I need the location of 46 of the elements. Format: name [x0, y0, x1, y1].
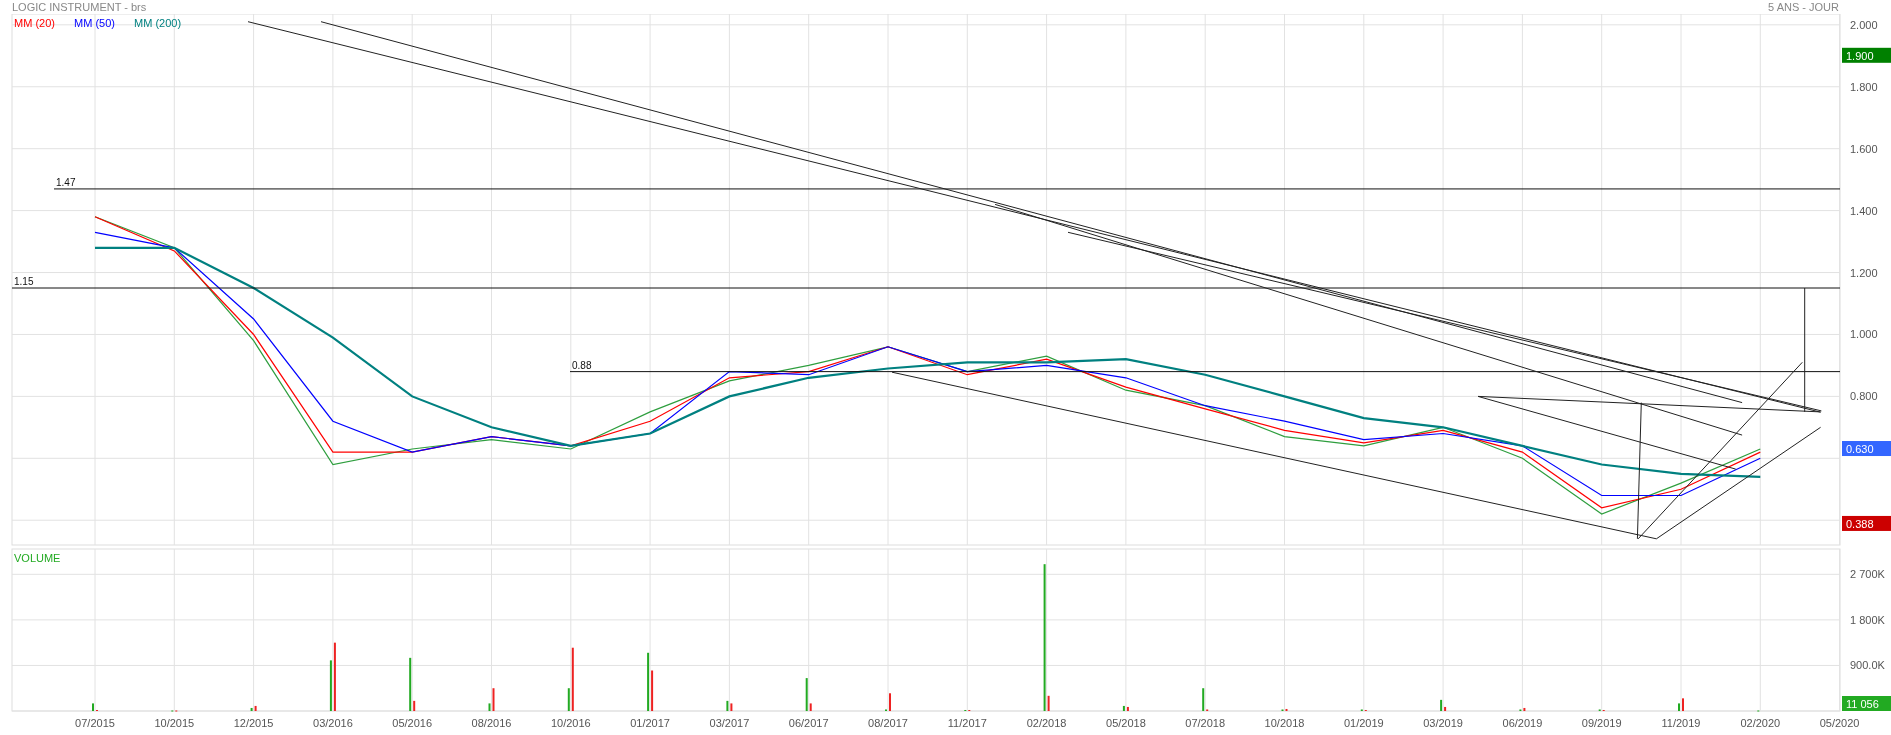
- axis-label: 01/2019: [1343, 717, 1384, 729]
- axis-label: 01/2017: [630, 717, 670, 729]
- axis-label: 07/2015: [75, 717, 115, 729]
- axis-label: 11/2019: [1661, 717, 1701, 729]
- level-label: 0.88: [572, 359, 592, 371]
- axis-label: 1.800: [1850, 80, 1878, 93]
- level-label: 1.47: [56, 176, 76, 188]
- axis-label: 1.400: [1850, 204, 1878, 217]
- chart-title: LOGIC INSTRUMENT - brs: [12, 0, 147, 14]
- axis-label: 1 800K: [1850, 613, 1885, 626]
- axis-label: 05/2018: [1106, 717, 1146, 729]
- axis-label: 0.800: [1850, 390, 1878, 403]
- axis-label: 2.000: [1850, 18, 1878, 31]
- level-label: 1.15: [14, 276, 34, 287]
- axis-label: 1.600: [1850, 142, 1878, 155]
- axis-label: 08/2016: [471, 717, 512, 729]
- axis-label: 06/2019: [1502, 717, 1543, 729]
- price-badge: 0.388: [1842, 515, 1891, 531]
- period-label: 5 ANS - JOUR: [1768, 0, 1839, 14]
- axis-label: 05/2016: [392, 717, 433, 729]
- axis-label: 06/2017: [788, 717, 829, 729]
- legend-label: MM (200): [134, 17, 182, 29]
- price-badge: 0.630: [1842, 441, 1891, 456]
- axis-label: 02/2018: [1026, 717, 1067, 729]
- axis-label: 10/2018: [1264, 717, 1305, 729]
- volume-badge: 11 056: [1842, 696, 1891, 711]
- axis-label: 07/2018: [1185, 717, 1226, 729]
- axis-label: 2 700K: [1850, 568, 1885, 581]
- axis-label: 09/2019: [1581, 717, 1622, 729]
- axis-label: 10/2015: [154, 717, 195, 729]
- axis-label: 03/2016: [313, 717, 353, 729]
- axis-label: 900.0K: [1850, 659, 1885, 672]
- price-badge: 1.900: [1842, 47, 1891, 63]
- axis-label: 08/2017: [868, 717, 908, 729]
- axis-label: 1.200: [1850, 266, 1878, 279]
- axis-label: 12/2015: [233, 717, 274, 729]
- axis-label: 03/2019: [1423, 717, 1463, 729]
- axis-label: 11/2017: [947, 717, 987, 729]
- axis-label: 03/2017: [709, 717, 750, 729]
- legend-label: MM (20): [14, 17, 55, 29]
- axis-label: 02/2020: [1740, 717, 1781, 729]
- legend-label: MM (50): [74, 17, 115, 29]
- volume-title: VOLUME: [14, 552, 61, 564]
- axis-label: 05/2020: [1819, 717, 1860, 729]
- axis-label: 1.000: [1850, 328, 1878, 341]
- axis-label: 10/2016: [550, 717, 591, 729]
